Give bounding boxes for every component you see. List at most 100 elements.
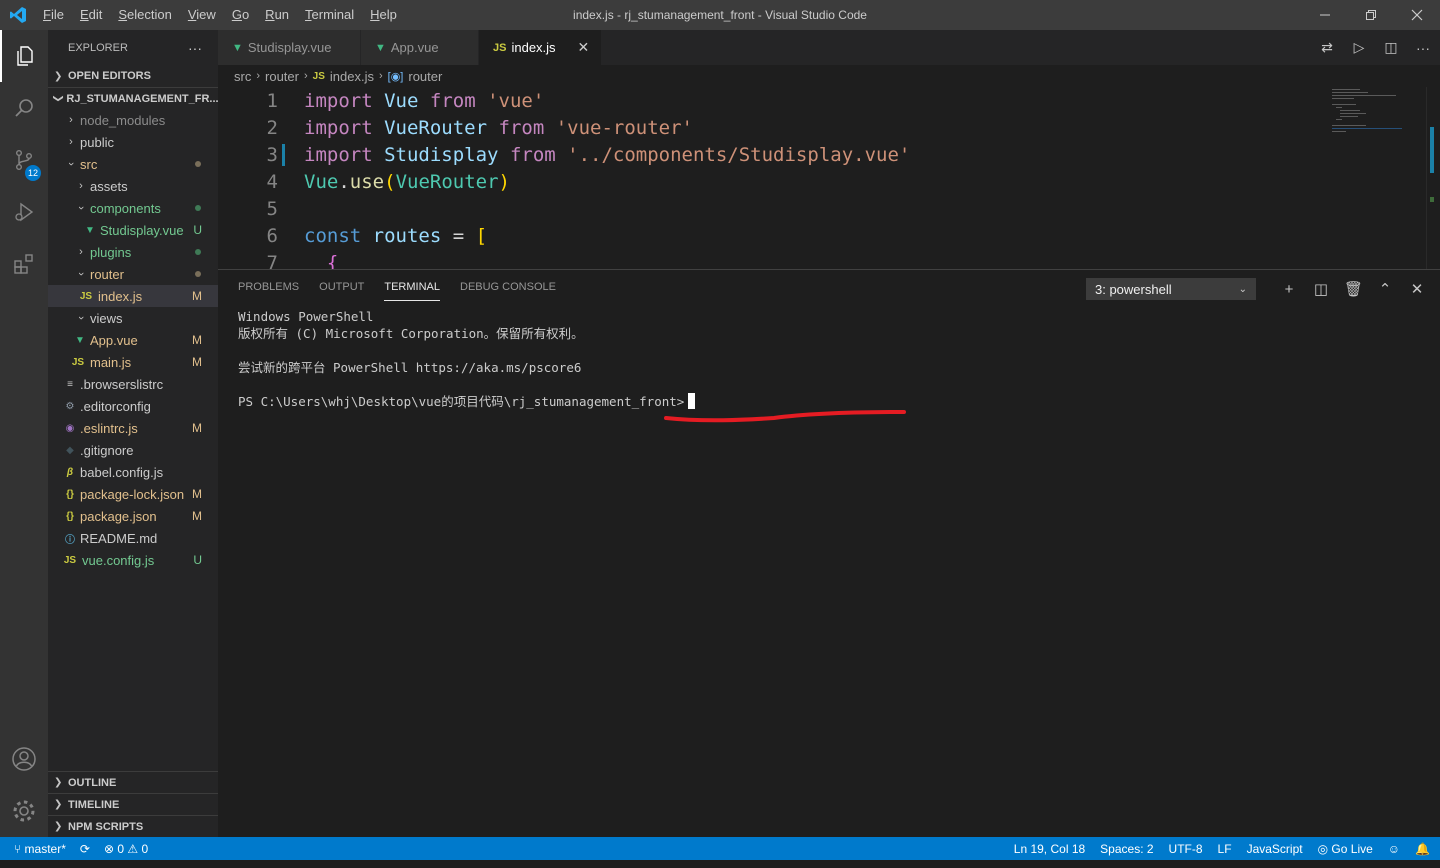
menu-go[interactable]: Go: [224, 0, 257, 30]
code-token: Studisplay: [384, 143, 499, 166]
code-token: =: [441, 224, 476, 247]
timeline-section[interactable]: ❯ TIMELINE: [48, 793, 218, 815]
tab-studisplay-vue[interactable]: ▼ Studisplay.vue: [218, 30, 361, 65]
close-panel-icon[interactable]: ✕: [1408, 280, 1426, 298]
tree-item-browserslistrc[interactable]: ≡ .browserslistrc: [48, 373, 218, 395]
list-file-icon: ≡: [67, 378, 73, 390]
compare-changes-icon[interactable]: ⇄: [1318, 39, 1336, 56]
sync-icon[interactable]: ⟳: [80, 842, 90, 856]
split-terminal-icon[interactable]: ◫: [1312, 280, 1330, 298]
search-icon[interactable]: [0, 82, 48, 134]
accounts-icon[interactable]: [0, 733, 48, 785]
problems-status[interactable]: ⊗ 0 ⚠ 0: [104, 842, 148, 856]
outline-section[interactable]: ❯ OUTLINE: [48, 771, 218, 793]
breadcrumb-symbol-router[interactable]: router: [408, 69, 442, 84]
js-icon: JS: [71, 356, 85, 368]
editor-scrollbar[interactable]: [1426, 87, 1440, 269]
menu-file[interactable]: File: [35, 0, 72, 30]
breadcrumb-src[interactable]: src: [234, 69, 251, 84]
tree-item-package-json[interactable]: {} package.json M: [48, 505, 218, 527]
code-lines: 1 import Vue from 'vue' 2 import VueRouter …: [218, 87, 1440, 270]
menu-help[interactable]: Help: [362, 0, 405, 30]
restore-icon[interactable]: [1348, 0, 1394, 30]
babel-icon: β: [66, 466, 74, 478]
terminal-output[interactable]: Windows PowerShell 版权所有 (C) Microsoft Co…: [238, 308, 696, 410]
tree-item-views[interactable]: › views: [48, 307, 218, 329]
branch-status[interactable]: ⑂ master*: [14, 842, 66, 856]
explorer-icon[interactable]: [0, 30, 48, 82]
more-actions-icon[interactable]: ···: [1414, 40, 1432, 56]
tab-label: Studisplay.vue: [247, 40, 332, 55]
menu-terminal[interactable]: Terminal: [297, 0, 362, 30]
tree-item-app-vue[interactable]: ▼ App.vue M: [48, 329, 218, 351]
code-editor[interactable]: 1 import Vue from 'vue' 2 import VueRouter …: [218, 87, 1440, 269]
tree-item-editorconfig[interactable]: ⚙ .editorconfig: [48, 395, 218, 417]
tree-item-vue-config[interactable]: JS vue.config.js U: [48, 549, 218, 571]
minimap[interactable]: [1326, 87, 1426, 269]
chevron-right-icon: ❯: [54, 777, 63, 788]
open-editors-section[interactable]: ❯ OPEN EDITORS: [48, 65, 218, 87]
tree-item-assets[interactable]: › assets: [48, 175, 218, 197]
tree-item-components[interactable]: › components: [48, 197, 218, 219]
terminal-prompt: PS C:\Users\whj\Desktop\vue的项目代码\rj_stum…: [238, 394, 685, 409]
more-actions-icon[interactable]: ···: [188, 40, 202, 56]
settings-gear-icon[interactable]: [0, 785, 48, 837]
menu-edit[interactable]: Edit: [72, 0, 110, 30]
menu-selection[interactable]: Selection: [110, 0, 179, 30]
new-terminal-icon[interactable]: +: [1280, 281, 1298, 298]
line-number: 2: [266, 116, 278, 139]
language-mode[interactable]: JavaScript: [1247, 842, 1303, 856]
status-modified: M: [192, 355, 202, 369]
encoding[interactable]: UTF-8: [1169, 842, 1203, 856]
indentation[interactable]: Spaces: 2: [1100, 842, 1153, 856]
tree-item-router[interactable]: › router: [48, 263, 218, 285]
source-control-icon[interactable]: 12: [0, 134, 48, 186]
tree-item-public[interactable]: › public: [48, 131, 218, 153]
terminal-select[interactable]: 3: powershell ⌄: [1086, 278, 1256, 300]
split-editor-icon[interactable]: ◫: [1382, 39, 1400, 56]
tree-item-src[interactable]: › src: [48, 153, 218, 175]
code-token: '../components/Studisplay.vue': [567, 143, 911, 166]
notifications-bell-icon[interactable]: 🔔: [1415, 842, 1430, 856]
tree-item-index-js[interactable]: JS index.js M: [48, 285, 218, 307]
tab-app-vue[interactable]: ▼ App.vue: [361, 30, 479, 65]
minimize-icon[interactable]: [1302, 0, 1348, 30]
tree-item-babel-config[interactable]: β babel.config.js: [48, 461, 218, 483]
run-icon[interactable]: ▷: [1350, 39, 1368, 56]
close-window-icon[interactable]: [1394, 0, 1440, 30]
tree-item-label: index.js: [98, 288, 143, 304]
extensions-icon[interactable]: [0, 238, 48, 290]
tree-item-gitignore[interactable]: ◆ .gitignore: [48, 439, 218, 461]
project-section[interactable]: ❯ RJ_STUMANAGEMENT_FR...: [48, 87, 218, 109]
tab-terminal[interactable]: TERMINAL: [384, 277, 440, 301]
feedback-icon[interactable]: ☺: [1388, 842, 1400, 856]
tree-item-main-js[interactable]: JS main.js M: [48, 351, 218, 373]
cursor-position[interactable]: Ln 19, Col 18: [1014, 842, 1085, 856]
menu-run[interactable]: Run: [257, 0, 297, 30]
tree-item-readme[interactable]: ⓘ README.md: [48, 527, 218, 549]
tree-item-studisplay-vue[interactable]: ▼ Studisplay.vue U: [48, 219, 218, 241]
menu-view[interactable]: View: [180, 0, 224, 30]
tab-index-js[interactable]: JS index.js ✕: [479, 30, 603, 65]
npm-scripts-section[interactable]: ❯ NPM SCRIPTS: [48, 815, 218, 837]
maximize-panel-icon[interactable]: ⌃: [1376, 280, 1394, 298]
terminal-line: 尝试新的跨平台 PowerShell https://aka.ms/pscore…: [238, 360, 582, 375]
go-live-button[interactable]: ◎ Go Live: [1318, 842, 1373, 856]
trash-icon[interactable]: 🗑: [1344, 280, 1363, 298]
chevron-down-icon: ›: [65, 162, 77, 166]
tab-output[interactable]: OUTPUT: [319, 277, 364, 301]
tree-item-eslintrc[interactable]: ◉ .eslintrc.js M: [48, 417, 218, 439]
tree-item-plugins[interactable]: › plugins: [48, 241, 218, 263]
tree-item-node-modules[interactable]: › node_modules: [48, 109, 218, 131]
end-of-line[interactable]: LF: [1218, 842, 1232, 856]
tab-debug-console[interactable]: DEBUG CONSOLE: [460, 277, 556, 301]
tree-item-package-lock[interactable]: {} package-lock.json M: [48, 483, 218, 505]
vue-icon: ▼: [375, 41, 386, 54]
breadcrumb-index-js[interactable]: index.js: [330, 69, 374, 84]
run-debug-icon[interactable]: [0, 186, 48, 238]
tab-problems[interactable]: PROBLEMS: [238, 277, 299, 301]
tree-item-label: babel.config.js: [80, 464, 164, 480]
breadcrumb-router[interactable]: router: [265, 69, 299, 84]
close-tab-icon[interactable]: ✕: [578, 39, 590, 56]
